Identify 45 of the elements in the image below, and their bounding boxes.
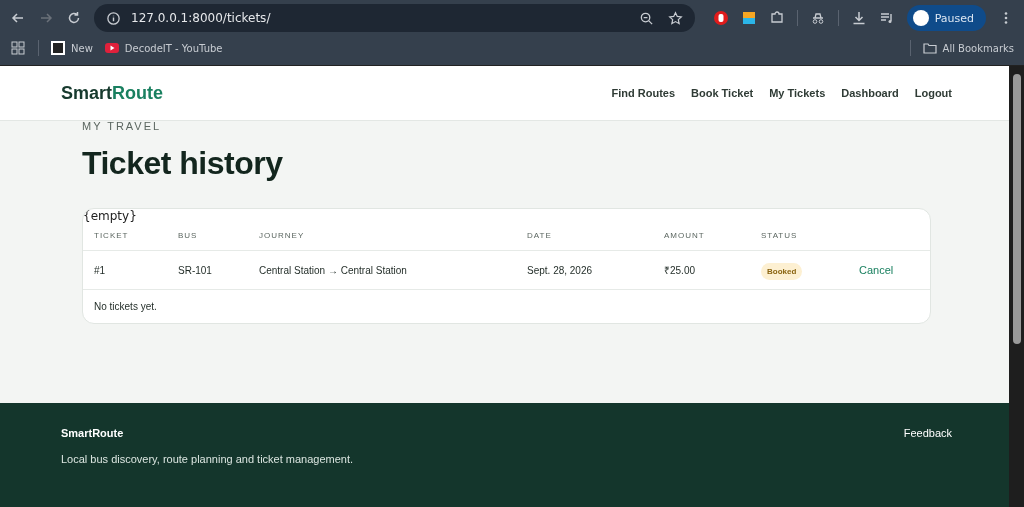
page-title: Ticket history [82,145,284,182]
nav-link[interactable]: Book Ticket [691,87,754,99]
debug-text: {empty} [83,209,138,223]
page-icon [51,41,65,55]
address-bar[interactable]: 127.0.0.1:8000/tickets/ [94,4,695,32]
column-header: STATUS [761,231,798,240]
scrollbar-thumb[interactable] [1012,74,1021,344]
zoom-icon[interactable] [638,10,654,26]
url-text: 127.0.0.1:8000/tickets/ [131,11,272,25]
column-header: AMOUNT [664,231,705,240]
cancel-link[interactable]: Cancel [859,264,894,276]
column-header: TICKET [94,231,129,240]
footer-tagline: Local bus discovery, route planning and ticket management. [61,453,354,465]
avatar-icon [912,10,929,26]
section-label: MY TRAVEL [82,121,163,133]
empty-message: No tickets yet. [94,301,157,312]
nav-link[interactable]: Find Routes [611,87,676,99]
logo[interactable]: SmartRoute [61,82,164,104]
info-icon[interactable] [106,10,121,26]
table-cell: ₹25.00 [664,265,696,276]
table-cell: #1 [94,264,106,276]
column-header: JOURNEY [259,231,305,240]
star-icon[interactable] [667,10,683,26]
column-header: BUS [178,231,198,240]
table-cell: Central Station → Central Station [259,264,407,276]
nav-link[interactable]: My Tickets [769,87,826,99]
all-bookmarks[interactable]: All Bookmarks [922,41,1014,55]
table-cell: Sept. 28, 2026 [527,264,593,276]
extension-icon[interactable] [740,10,757,26]
nav-link[interactable]: Logout [914,87,952,99]
feedback-link[interactable]: Feedback [903,427,952,507]
bookmark[interactable]: DecodeIT - YouTube [104,41,223,55]
column-header: DATE [527,231,552,240]
profile-button[interactable]: Paused [906,5,986,31]
folder-icon [922,41,937,55]
footer-brand: SmartRoute [61,427,125,439]
play-icon [104,41,119,55]
reload-icon[interactable] [66,10,82,26]
bookmark[interactable]: New [51,41,93,55]
apps-icon[interactable] [10,40,26,56]
media-icon[interactable] [878,10,895,26]
scrollbar[interactable] [1009,66,1024,507]
nav-link[interactable]: Dashboard [841,87,899,99]
status-badge: Booked [761,262,803,280]
table-cell: SR-101 [178,264,212,276]
